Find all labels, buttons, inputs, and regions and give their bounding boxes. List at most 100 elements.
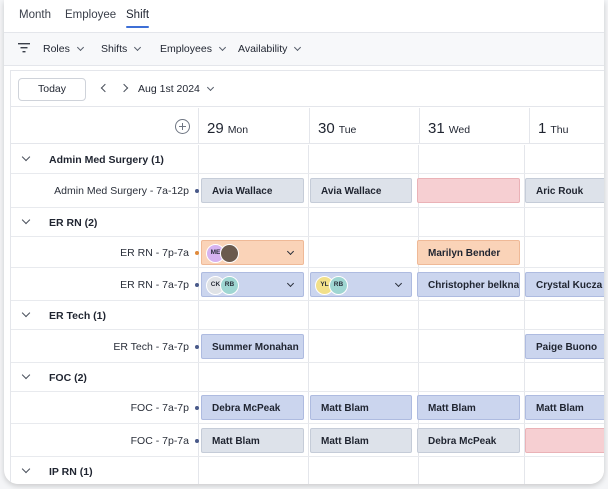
day-header-wed: 31 Wed [419,108,529,144]
slot-row-er-rn-night: ER RN - 7p-7a ME Marilyn Bender [11,237,604,268]
employees-filter[interactable]: Employees [160,43,226,55]
calendar-panel: Today Aug 1st 2024 29 Mon 30 Tue 31 Wed 1 Th… [10,70,604,484]
shift-card[interactable]: Summer Monahan [201,334,304,359]
group-row-er-rn[interactable]: ER RN (2) [11,208,604,237]
shift-card[interactable]: Christopher belknap [417,272,520,297]
slot-label-text: ER Tech - 7a-7p [113,341,189,353]
status-dot [195,406,199,410]
shift-card[interactable]: Matt Blam [310,395,412,420]
group-row-foc[interactable]: FOC (2) [11,363,604,392]
previous-icon[interactable] [100,83,110,93]
slot-label-text: ER RN - 7p-7a [120,247,189,259]
chevron-down-icon[interactable] [21,464,31,474]
shift-card[interactable]: Avia Wallace [310,178,412,203]
chevron-down-icon[interactable] [21,308,31,318]
shifts-filter[interactable]: Shifts [101,43,142,55]
chevron-down-icon [134,43,142,52]
slot-row-foc-night: FOC - 7p-7a Matt Blam Matt Blam Debra Mc… [11,424,604,457]
multi-assign-shift[interactable]: YL RB [310,272,412,297]
availability-filter-label: Availability [238,43,288,55]
chevron-down-icon[interactable] [21,152,31,162]
roles-filter[interactable]: Roles [43,43,84,55]
slot-label: ER Tech - 7a-7p [113,341,199,353]
filter-bar: Roles Shifts Employees Availability [4,32,604,66]
day-number: 29 [207,120,224,137]
chevron-down-icon[interactable] [394,279,403,288]
slot-label-text: FOC - 7p-7a [130,435,189,447]
status-dot [195,439,199,443]
chevron-down-icon [294,43,302,52]
slot-label-text: ER RN - 7a-7p [120,279,189,291]
open-shift-card[interactable] [417,178,520,203]
day-header-thu: 1 Thu [529,108,604,144]
avatar: RB [220,276,239,295]
status-dot [195,251,199,255]
date-picker[interactable]: Aug 1st 2024 [138,83,214,95]
shift-card[interactable]: Marilyn Bender [417,240,520,265]
day-number: 1 [538,120,547,137]
multi-assign-shift[interactable]: CK RB [201,272,304,297]
shift-card[interactable]: Matt Blam [525,395,604,420]
shift-card[interactable]: Aric Rouk [525,178,604,203]
slot-row-foc-day: FOC - 7a-7p Debra McPeak Matt Blam Matt … [11,392,604,424]
scheduler-window: Month Employee Shift Roles Shifts Employ… [4,0,604,484]
slot-label-text: FOC - 7a-7p [130,402,189,414]
employees-filter-label: Employees [160,43,212,55]
tab-shift[interactable]: Shift [126,9,150,28]
day-header-tue: 30 Tue [309,108,419,144]
add-circle-icon[interactable] [175,119,190,134]
day-name: Tue [338,124,357,136]
group-label: ER RN (2) [49,217,98,229]
chevron-down-icon [76,43,84,52]
availability-filter[interactable]: Availability [238,43,302,55]
group-row-ip-rn[interactable]: IP RN (1) [11,457,604,484]
day-number: 31 [428,120,445,137]
slot-label: ER RN - 7a-7p [120,279,199,291]
avatar-photo [220,244,239,263]
day-number: 30 [318,120,335,137]
current-date: Aug 1st 2024 [138,83,200,95]
tab-employee[interactable]: Employee [65,9,116,21]
status-dot [195,189,199,193]
shift-card[interactable]: Avia Wallace [201,178,304,203]
shift-card[interactable]: Matt Blam [417,395,520,420]
slot-label: FOC - 7a-7p [131,402,199,414]
filter-icon[interactable] [18,43,30,53]
group-label: Admin Med Surgery (1) [49,154,164,166]
chevron-down-icon[interactable] [286,247,295,256]
group-label: IP RN (1) [49,466,93,478]
shift-card[interactable]: Matt Blam [310,428,412,453]
multi-assign-shift[interactable]: ME [201,240,304,265]
chevron-down-icon [218,43,226,52]
today-button[interactable]: Today [18,78,86,101]
chevron-down-icon [206,83,214,92]
shift-card[interactable]: Debra McPeak [201,395,304,420]
slot-row-er-tech: ER Tech - 7a-7p Summer Monahan Paige Buo… [11,330,604,363]
day-header-mon: 29 Mon [198,108,308,144]
shift-card[interactable]: Paige Buono [525,334,604,359]
group-label: FOC (2) [49,372,87,384]
group-row-admin[interactable]: Admin Med Surgery (1) [11,145,604,174]
status-dot [195,345,199,349]
chevron-down-icon[interactable] [21,215,31,225]
day-name: Thu [550,124,569,136]
tab-month[interactable]: Month [19,9,51,21]
slot-label-text: Admin Med Surgery - 7a-12p [54,185,189,197]
shift-card[interactable]: Crystal Kucza [525,272,604,297]
day-header-row: 29 Mon 30 Tue 31 Wed 1 Thu [11,108,604,144]
avatar: RB [329,276,348,295]
group-row-er-tech[interactable]: ER Tech (1) [11,301,604,330]
shift-card[interactable]: Debra McPeak [417,428,520,453]
day-name: Mon [227,124,249,136]
roles-filter-label: Roles [43,43,70,55]
slot-label: FOC - 7p-7a [131,435,199,447]
chevron-down-icon[interactable] [21,370,31,380]
view-tabs: Month Employee Shift [4,0,604,32]
day-name: Wed [448,124,471,136]
open-shift-card[interactable] [525,428,604,453]
chevron-down-icon[interactable] [286,279,295,288]
next-icon[interactable] [119,83,129,93]
shift-card[interactable]: Matt Blam [201,428,304,453]
status-dot [195,283,199,287]
slot-row-admin: Admin Med Surgery - 7a-12p Avia Wallace … [11,174,604,208]
